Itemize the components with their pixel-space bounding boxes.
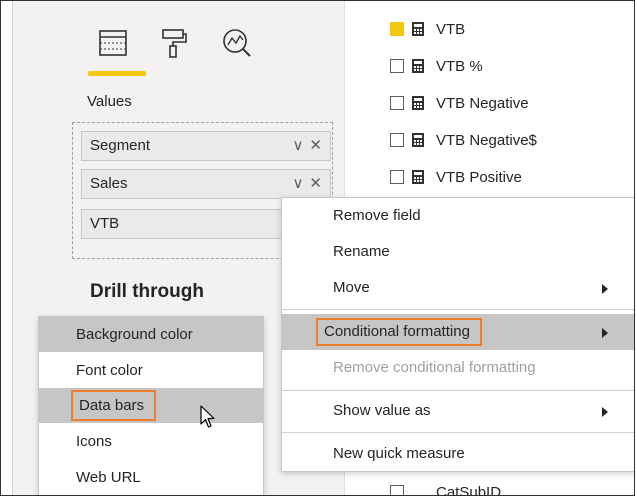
submenu-item-font-color[interactable]: Font color xyxy=(39,353,263,388)
field-item-label: CatSubID xyxy=(436,483,502,496)
calculator-icon xyxy=(412,133,424,147)
menu-item-rename[interactable]: Rename xyxy=(282,234,634,270)
field-item-label: VTB Negative xyxy=(436,94,529,112)
submenu-arrow-icon xyxy=(602,407,608,417)
menu-separator xyxy=(282,432,634,433)
menu-item-label: Show value as xyxy=(333,402,431,419)
menu-item-new-quick-measure[interactable]: New quick measure xyxy=(282,436,634,472)
menu-separator xyxy=(282,309,634,310)
menu-item-label: Conditional formatting xyxy=(324,323,470,340)
submenu-item-label: Font color xyxy=(76,362,143,379)
calculator-icon xyxy=(412,22,424,36)
field-pill-segment[interactable]: Segment ∨ ✕ xyxy=(81,131,331,161)
menu-item-label: Move xyxy=(333,279,370,296)
close-icon[interactable]: ✕ xyxy=(309,175,322,192)
checkbox[interactable] xyxy=(390,170,404,184)
analytics-magnifier-icon[interactable] xyxy=(221,27,253,59)
field-item-catsubid[interactable]: CatSubID xyxy=(390,481,502,496)
chevron-down-icon[interactable]: ∨ xyxy=(292,175,303,192)
field-item-vtb[interactable]: VTB xyxy=(390,18,465,40)
field-item-label: VTB xyxy=(436,20,466,38)
checkbox[interactable] xyxy=(390,59,404,73)
calculator-icon xyxy=(412,59,424,73)
menu-separator xyxy=(282,390,634,391)
submenu-item-label: Icons xyxy=(76,433,112,450)
checkbox[interactable] xyxy=(390,96,404,110)
active-tab-indicator xyxy=(88,71,146,76)
field-pill-sales[interactable]: Sales ∨ ✕ xyxy=(81,169,331,199)
field-item-vtb-positive[interactable]: VTB Positive xyxy=(390,166,522,188)
submenu-item-label: Data bars xyxy=(79,397,145,414)
field-item-label: VTB Positive xyxy=(436,168,522,186)
submenu-item-icons[interactable]: Icons xyxy=(39,424,263,459)
paint-roller-icon[interactable] xyxy=(161,27,187,59)
submenu-item-label: Web URL xyxy=(76,469,141,486)
field-item-label: VTB % xyxy=(436,57,483,75)
calculator-icon xyxy=(412,170,424,184)
field-item-vtb-negative-dollar[interactable]: VTB Negative$ xyxy=(390,129,537,151)
field-pill-label: Sales xyxy=(90,175,128,192)
field-item-vtb-percent[interactable]: VTB % xyxy=(390,55,483,77)
conditional-formatting-submenu: Background color Font color Data bars Ic… xyxy=(38,316,264,495)
values-section-label: Values xyxy=(87,93,132,110)
table-fields-icon[interactable] xyxy=(98,27,128,59)
mouse-cursor-icon xyxy=(200,405,215,428)
field-context-menu: Remove field Rename Move Conditional for… xyxy=(281,197,634,472)
submenu-item-background-color[interactable]: Background color xyxy=(39,317,263,352)
field-item-label: VTB Negative$ xyxy=(436,131,537,149)
close-icon[interactable]: ✕ xyxy=(309,137,322,154)
chevron-down-icon[interactable]: ∨ xyxy=(292,137,303,154)
menu-item-label: New quick measure xyxy=(333,445,465,462)
submenu-arrow-icon xyxy=(602,328,608,338)
menu-item-label: Rename xyxy=(333,243,390,260)
menu-item-remove-field[interactable]: Remove field xyxy=(282,198,634,234)
submenu-item-data-bars[interactable]: Data bars xyxy=(39,388,263,423)
calculator-icon xyxy=(412,96,424,110)
checkbox[interactable] xyxy=(390,133,404,147)
submenu-item-label: Background color xyxy=(76,326,193,343)
window-frame: Values Segment ∨ ✕ Sales ∨ ✕ VTB Drill thr… xyxy=(0,0,635,496)
submenu-arrow-icon xyxy=(602,284,608,294)
checkbox-checked[interactable] xyxy=(390,22,404,36)
field-item-vtb-negative[interactable]: VTB Negative xyxy=(390,92,529,114)
menu-item-show-value-as[interactable]: Show value as xyxy=(282,393,634,429)
checkbox[interactable] xyxy=(390,485,404,495)
menu-item-remove-conditional-formatting: Remove conditional formatting xyxy=(282,350,634,386)
field-pill-label: Segment xyxy=(90,137,151,154)
menu-item-move[interactable]: Move xyxy=(282,270,634,306)
field-pill-label: VTB xyxy=(90,215,120,232)
menu-item-label: Remove conditional formatting xyxy=(333,359,536,376)
submenu-item-web-url[interactable]: Web URL xyxy=(39,460,263,495)
highlight-outline: Data bars xyxy=(71,390,157,421)
drill-through-heading: Drill through xyxy=(90,281,204,302)
highlight-outline: Conditional formatting xyxy=(316,318,482,346)
menu-item-conditional-formatting[interactable]: Conditional formatting xyxy=(282,314,634,350)
menu-item-label: Remove field xyxy=(333,207,421,224)
